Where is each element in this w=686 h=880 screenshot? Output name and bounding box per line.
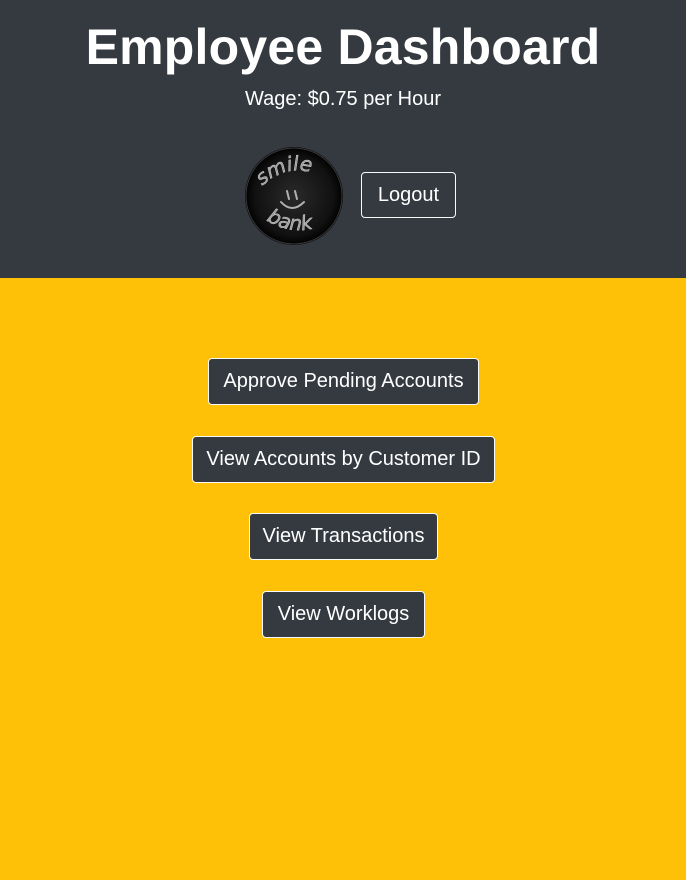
- view-transactions-button[interactable]: View Transactions: [249, 513, 438, 560]
- view-accounts-by-customer-id-button[interactable]: View Accounts by Customer ID: [192, 436, 495, 483]
- dashboard-header: Employee Dashboard Wage: $0.75 per Hour …: [0, 0, 686, 278]
- page-title: Employee Dashboard: [85, 19, 601, 75]
- wage-text: Wage: $0.75 per Hour: [244, 88, 442, 110]
- view-worklogs-button[interactable]: View Worklogs: [262, 591, 425, 638]
- smile-bank-logo: smile bank: [245, 147, 343, 245]
- logout-button[interactable]: Logout: [361, 172, 456, 218]
- approve-pending-accounts-button[interactable]: Approve Pending Accounts: [208, 358, 479, 405]
